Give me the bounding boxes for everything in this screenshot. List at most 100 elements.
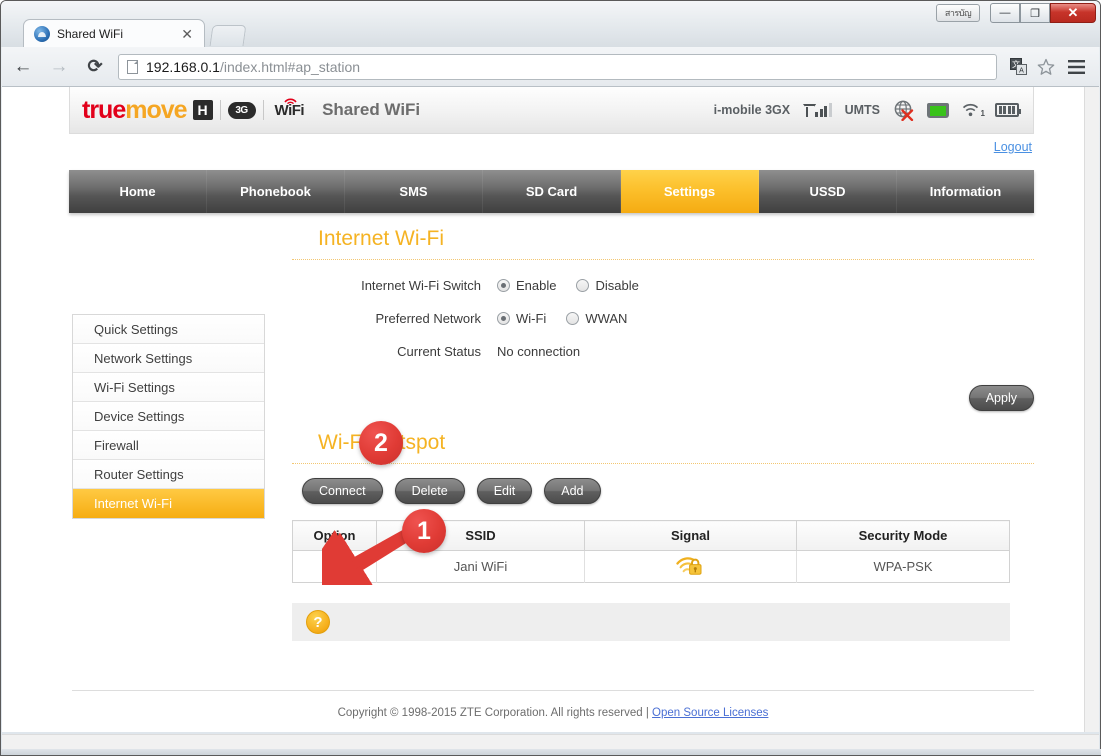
sidebar-item-internet-wifi[interactable]: Internet Wi-Fi	[73, 489, 264, 518]
connect-button[interactable]: Connect	[302, 478, 383, 504]
title-bar: สารบัญ — ❐ ✕ Shared WiFi ✕	[1, 1, 1100, 47]
tab-title: Shared WiFi	[57, 26, 124, 41]
footer: Copyright © 1998-2015 ZTE Corporation. A…	[72, 707, 1034, 719]
radio-disable-icon[interactable]	[576, 279, 590, 292]
browser-toolbar: ← → ⟳ 192.168.0.1/index.html#ap_station …	[2, 47, 1099, 87]
help-question-icon[interactable]: ?	[306, 610, 330, 634]
sidebar-item-router-settings[interactable]: Router Settings	[73, 460, 264, 489]
nav-item-ussd[interactable]: USSD	[759, 170, 897, 213]
copyright-text: Copyright © 1998-2015 ZTE Corporation. A…	[337, 707, 653, 719]
sidebar-item-firewall[interactable]: Firewall	[73, 431, 264, 460]
sidebar-item-network-settings[interactable]: Network Settings	[73, 344, 264, 373]
address-bar[interactable]: 192.168.0.1/index.html#ap_station	[118, 53, 997, 80]
minimize-button[interactable]: —	[990, 3, 1020, 23]
sidebar-item-quick-settings[interactable]: Quick Settings	[73, 315, 264, 344]
close-button[interactable]: ✕	[1050, 3, 1096, 23]
open-source-licenses-link[interactable]: Open Source Licenses	[652, 707, 768, 719]
star-icon[interactable]	[1033, 54, 1059, 80]
radio-wifi-icon[interactable]	[497, 312, 510, 325]
radio-wifi-label: Wi-Fi	[516, 311, 547, 326]
back-icon[interactable]: ←	[8, 52, 38, 82]
current-status-label: Current Status	[397, 344, 481, 359]
radio-option-enable[interactable]: Enable	[497, 278, 556, 293]
apply-button[interactable]: Apply	[968, 385, 1034, 411]
horizontal-scrollbar[interactable]	[2, 734, 1099, 749]
radio-enable-label: Enable	[516, 278, 557, 293]
radio-enable-icon[interactable]	[497, 279, 510, 292]
nav-item-settings[interactable]: Settings	[621, 170, 759, 213]
radio-disable-label: Disable	[595, 278, 639, 293]
preferred-network-label: Preferred Network	[375, 311, 481, 326]
logo-wifi-text: WiFi	[274, 98, 305, 119]
internet-wifi-heading: Internet Wi-Fi	[318, 227, 445, 250]
hamburger-menu-icon[interactable]	[1061, 54, 1091, 80]
logo-divider-2	[262, 100, 264, 120]
antenna-icon	[803, 104, 812, 117]
page-viewport: true move H 3G WiFi Shared WiFi i-mobile…	[2, 87, 1099, 732]
brand-header: true move H 3G WiFi Shared WiFi i-mobile…	[69, 87, 1034, 134]
footer-divider	[72, 690, 1034, 691]
nav-item-home[interactable]: Home	[69, 170, 207, 213]
logout-row: Logout	[69, 135, 1034, 163]
add-button[interactable]: Add	[544, 478, 601, 504]
sidebar-item-device-settings[interactable]: Device Settings	[73, 402, 264, 431]
internet-wifi-switch-group: Enable Disable	[497, 278, 639, 293]
signal-bars	[815, 103, 832, 117]
logo-move-text: move	[125, 95, 187, 124]
settings-sidebar: Quick Settings Network Settings Wi-Fi Se…	[72, 314, 265, 519]
url-text: 192.168.0.1/index.html#ap_station	[146, 59, 360, 75]
column-header-security-mode: Security Mode	[796, 520, 1010, 551]
delete-button[interactable]: Delete	[394, 478, 465, 504]
browser-tab[interactable]: Shared WiFi ✕	[23, 19, 205, 47]
current-status-value: No connection	[497, 344, 581, 359]
forward-icon[interactable]: →	[44, 52, 74, 82]
radio-option-disable[interactable]: Disable	[576, 278, 639, 293]
cell-security-mode: WPA-PSK	[873, 559, 933, 574]
logo-true-text: true	[82, 95, 126, 124]
internet-wifi-switch-row: Internet Wi-Fi Switch Enable Disable	[292, 278, 1034, 293]
signal-strength-icon	[803, 103, 832, 117]
edit-button[interactable]: Edit	[476, 478, 533, 504]
nav-item-phonebook[interactable]: Phonebook	[207, 170, 345, 213]
sidebar-item-wifi-settings[interactable]: Wi-Fi Settings	[73, 373, 264, 402]
browser-window: สารบัญ — ❐ ✕ Shared WiFi ✕ ← → ⟳ 192.168…	[0, 0, 1101, 756]
translate-icon[interactable]: 文 A	[1005, 54, 1031, 80]
radio-wwan-icon[interactable]	[566, 312, 580, 325]
page-document-icon	[127, 59, 138, 74]
cell-signal	[584, 550, 797, 583]
wifi-locked-icon	[675, 554, 706, 576]
hotspot-divider	[292, 463, 1034, 464]
reload-icon[interactable]: ⟳	[80, 52, 110, 82]
maximize-button[interactable]: ❐	[1020, 3, 1050, 23]
nav-item-information[interactable]: Information	[897, 170, 1034, 213]
radio-option-wifi[interactable]: Wi-Fi	[497, 311, 546, 326]
truemove-logo: true move H 3G WiFi	[82, 95, 305, 125]
nav-item-sms[interactable]: SMS	[345, 170, 483, 213]
status-icon-tray: i-mobile 3GX UMTS 1	[713, 100, 1021, 121]
vertical-scrollbar[interactable]	[1084, 87, 1099, 732]
logo-wifi-label: WiFi	[274, 101, 305, 119]
svg-text:A: A	[1019, 68, 1024, 75]
internet-wifi-switch-label: Internet Wi-Fi Switch	[361, 278, 481, 293]
tab-close-icon[interactable]: ✕	[176, 27, 198, 41]
wifi-client-count: 1	[980, 109, 985, 118]
operator-name: i-mobile 3GX	[713, 103, 791, 117]
url-path: /index.html#ap_station	[219, 58, 361, 75]
preferred-network-row: Preferred Network Wi-Fi WWAN	[292, 311, 1034, 326]
new-tab-button[interactable]	[209, 25, 247, 46]
preferred-network-group: Wi-Fi WWAN	[497, 311, 627, 326]
network-type: UMTS	[844, 103, 880, 117]
main-navigation: Home Phonebook SMS SD Card Settings USSD…	[69, 170, 1034, 213]
thai-label-button[interactable]: สารบัญ	[936, 4, 980, 22]
current-status-row: Current Status No connection	[292, 344, 1034, 359]
logout-link[interactable]: Logout	[994, 140, 1032, 154]
window-controls: สารบัญ — ❐ ✕	[936, 3, 1096, 23]
wifi-clients-icon: 1	[962, 102, 985, 118]
hotspot-action-buttons: Connect Delete Edit Add	[292, 478, 1034, 504]
logo-divider	[219, 100, 221, 120]
nav-item-sd-card[interactable]: SD Card	[483, 170, 621, 213]
annotation-marker-2: 2	[359, 421, 403, 465]
logo-3g-badge: 3G	[227, 101, 256, 119]
radio-option-wwan[interactable]: WWAN	[566, 311, 627, 326]
annotation-marker-1: 1	[402, 509, 446, 553]
